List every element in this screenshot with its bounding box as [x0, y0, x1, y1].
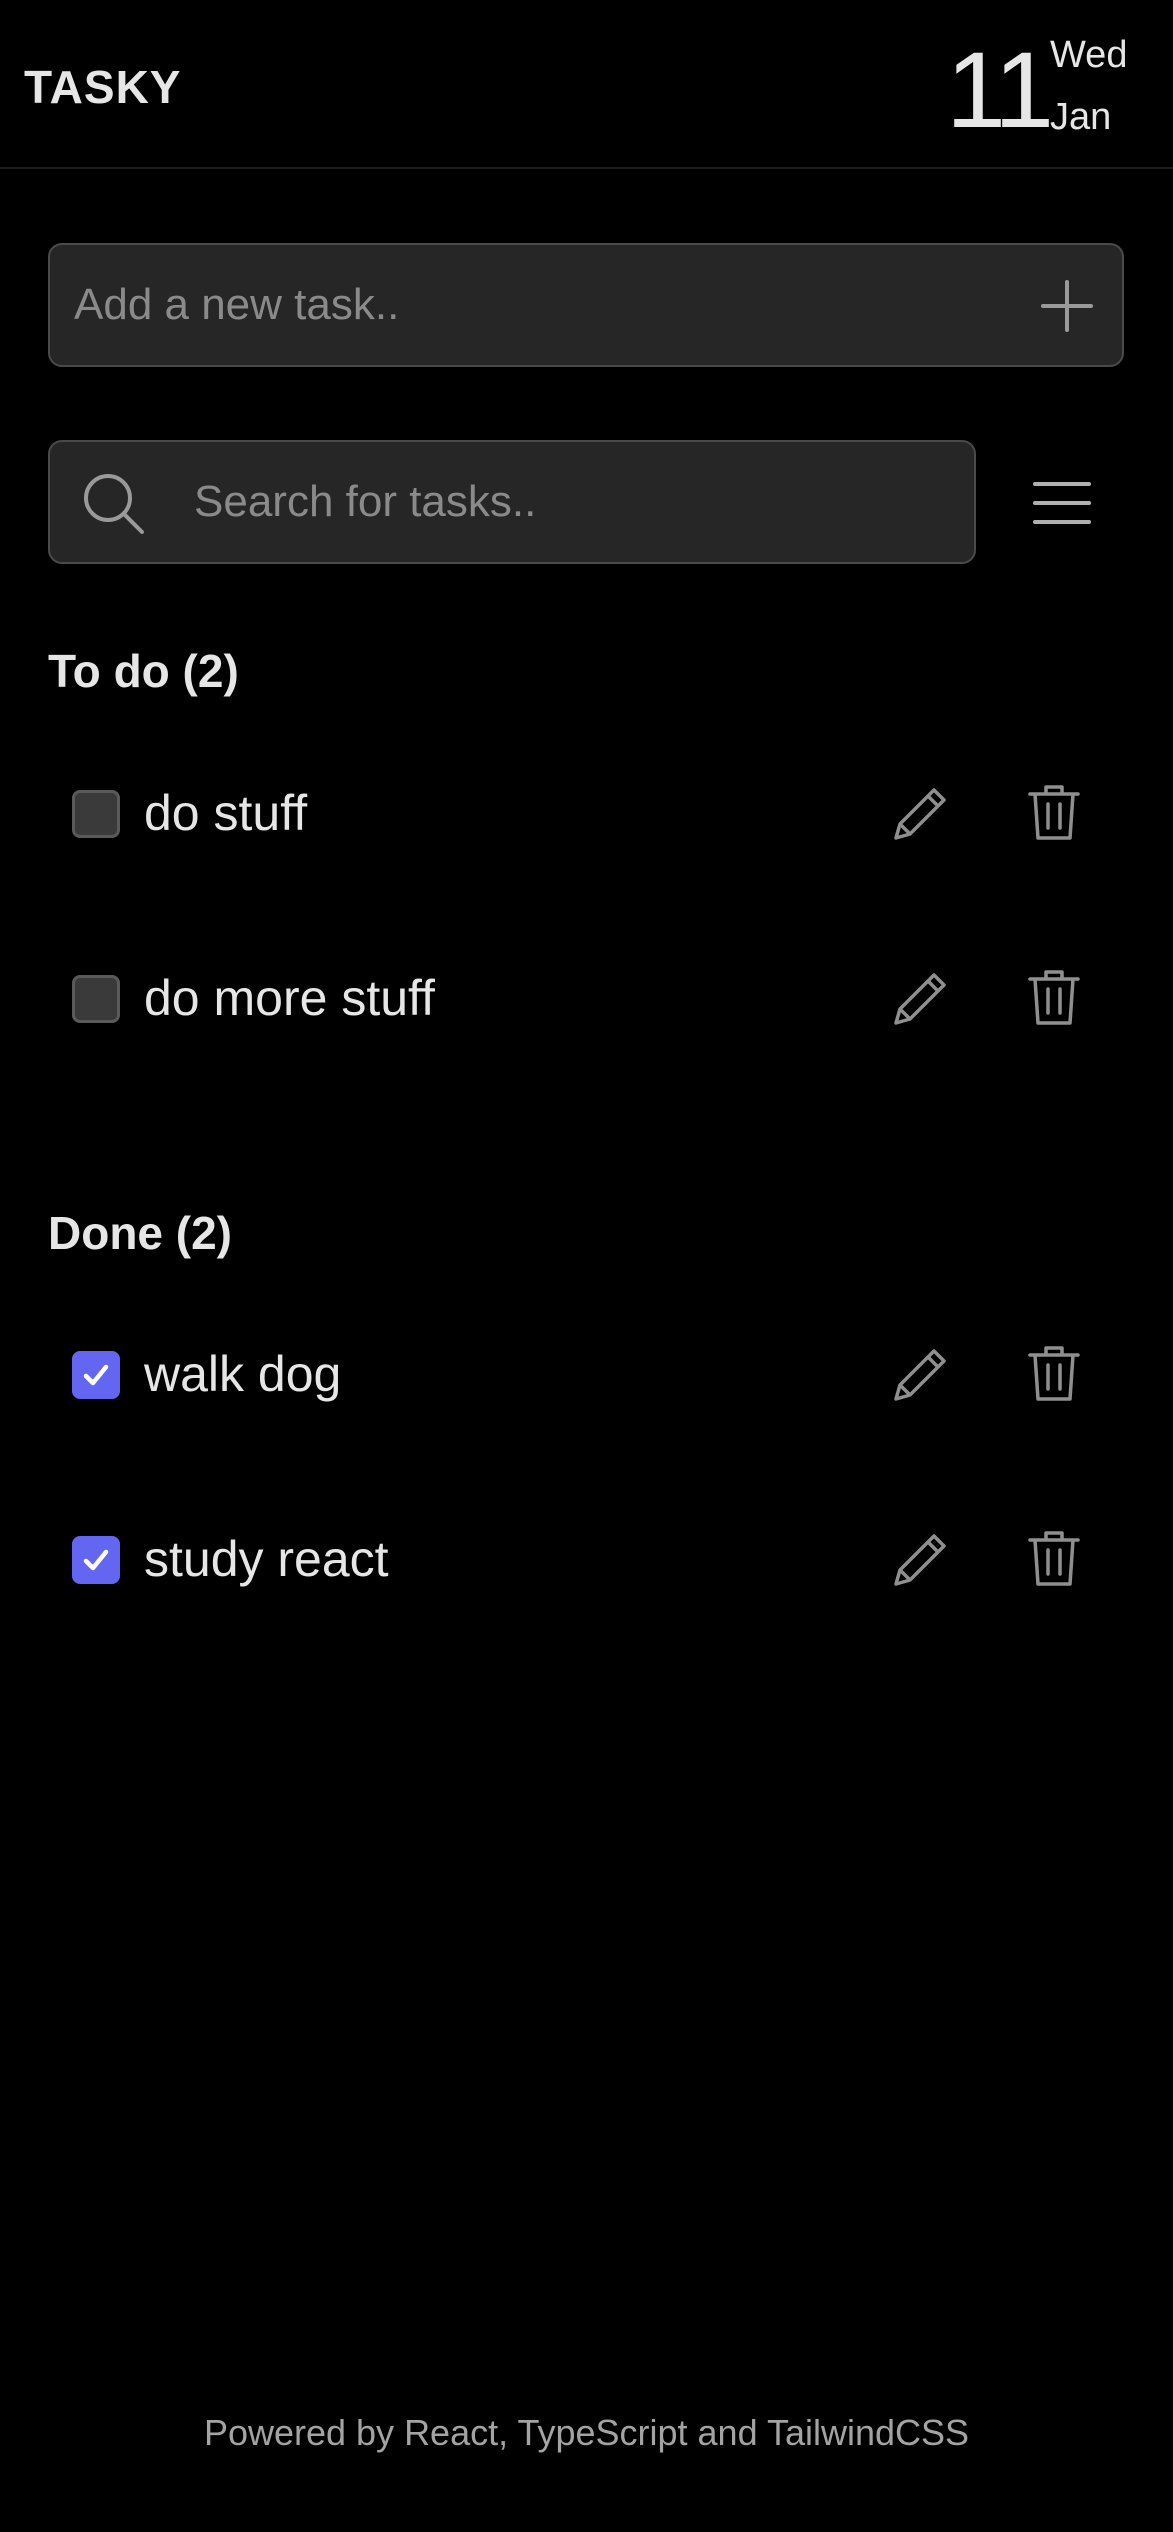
pencil-edit-icon[interactable]	[890, 784, 950, 844]
trash-delete-icon[interactable]	[1026, 782, 1082, 842]
filter-menu-button[interactable]	[1032, 480, 1092, 526]
date-day: 11	[946, 29, 1054, 150]
checkmark-icon	[83, 1549, 109, 1571]
add-task-box	[48, 243, 1124, 367]
task-label: study react	[144, 1531, 389, 1587]
footer-credits: Powered by React, TypeScript and Tailwin…	[203, 2412, 970, 2453]
date-weekday: Wed	[1050, 34, 1128, 76]
pencil-edit-icon[interactable]	[890, 1530, 950, 1590]
trash-delete-icon[interactable]	[1026, 1343, 1082, 1403]
task-row: do stuff	[48, 770, 1124, 860]
done-section-title: Done (2)	[48, 1207, 232, 1259]
task-checkbox[interactable]	[72, 790, 120, 838]
task-checkbox[interactable]	[72, 1351, 120, 1399]
date-month: Jan	[1050, 96, 1112, 138]
task-row: walk dog	[48, 1331, 1124, 1421]
task-row: study react	[48, 1516, 1124, 1606]
app-header: TASKY 11 Wed Jan	[0, 0, 1173, 169]
tasky-app: TASKY 11 Wed Jan To do (2) do stu	[0, 0, 1173, 2532]
task-row: do more stuff	[48, 955, 1124, 1045]
add-task-button[interactable]	[1032, 271, 1102, 341]
task-label: do stuff	[144, 785, 308, 841]
task-checkbox[interactable]	[72, 975, 120, 1023]
task-label: do more stuff	[144, 970, 435, 1026]
app-title: TASKY	[24, 61, 182, 113]
search-input[interactable]	[194, 442, 954, 562]
search-box	[48, 440, 976, 564]
task-checkbox[interactable]	[72, 1536, 120, 1584]
hamburger-menu-icon	[1033, 482, 1091, 524]
checkmark-icon	[83, 1364, 109, 1386]
search-icon	[84, 474, 144, 534]
task-label: walk dog	[144, 1346, 342, 1402]
pencil-edit-icon[interactable]	[890, 1345, 950, 1405]
add-task-input[interactable]	[74, 245, 1004, 365]
plus-icon	[1041, 280, 1093, 332]
trash-delete-icon[interactable]	[1026, 1528, 1082, 1588]
todo-section-title: To do (2)	[48, 645, 239, 697]
pencil-edit-icon[interactable]	[890, 969, 950, 1029]
trash-delete-icon[interactable]	[1026, 967, 1082, 1027]
